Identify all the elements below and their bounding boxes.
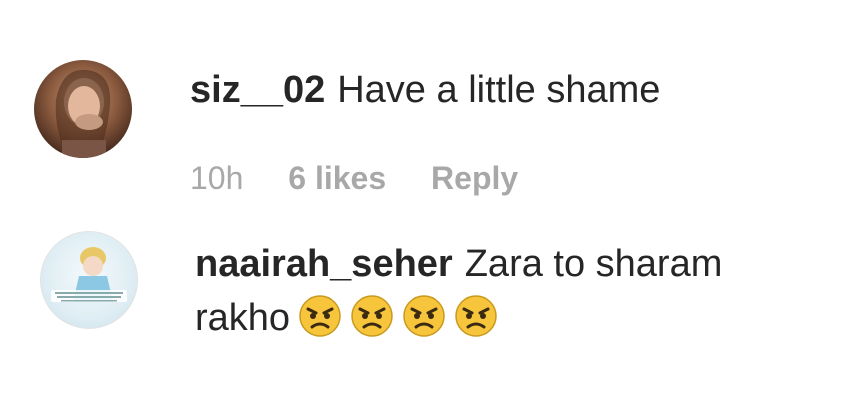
comment-body-line2: rakho <box>195 294 722 342</box>
profile-cartoon-icon <box>51 247 127 302</box>
comment-text: siz__02 Have a little shame <box>190 66 660 114</box>
likes-count[interactable]: 6 likes <box>288 160 386 196</box>
angry-face-icon <box>454 294 498 338</box>
comment-body-word: rakho <box>195 297 291 339</box>
comment-meta: 10h 6 likes Reply <box>190 160 554 197</box>
comment-username[interactable]: naairah_seher <box>195 243 453 285</box>
angry-face-icon <box>350 294 394 338</box>
comment-text: naairah_seher Zara to sharam rakho <box>195 240 722 342</box>
reply-button[interactable]: Reply <box>431 160 518 196</box>
avatar[interactable] <box>34 60 132 158</box>
avatar[interactable] <box>40 231 138 329</box>
comment-body-line1: Zara to sharam <box>464 243 723 285</box>
comment-body: Have a little shame <box>337 69 661 111</box>
angry-face-icon <box>402 294 446 338</box>
comment-timestamp[interactable]: 10h <box>190 160 243 196</box>
comment-username[interactable]: siz__02 <box>190 69 325 111</box>
profile-photo-icon <box>55 69 111 158</box>
angry-face-icon <box>298 294 342 338</box>
